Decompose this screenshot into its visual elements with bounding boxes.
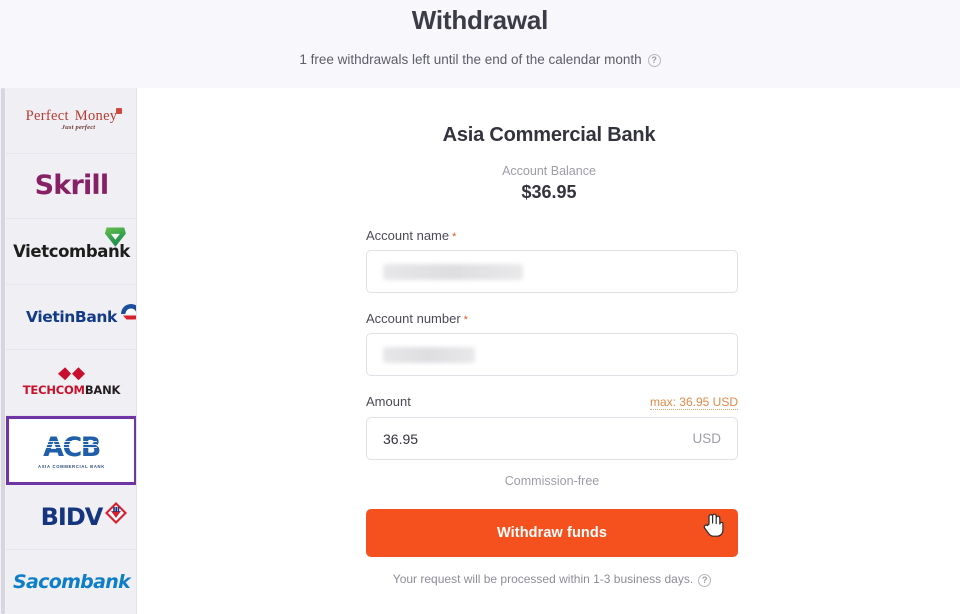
required-asterisk: * <box>452 231 457 243</box>
question-circle-icon[interactable]: ? <box>698 573 712 587</box>
sidebar-scrollbar-thumb[interactable] <box>1 88 5 614</box>
amount-input[interactable]: 36.95 USD <box>366 417 738 460</box>
sidebar-item-sacombank[interactable]: Sacombank <box>6 550 136 614</box>
sidebar-item-skrill[interactable]: Skrill <box>6 153 136 219</box>
page-title: Withdrawal <box>411 5 549 35</box>
account-balance-value: $36.95 <box>521 182 577 202</box>
amount-label-row: Amount max: 36.95 USD <box>366 394 738 410</box>
skrill-logo-text: Skrill <box>34 170 109 202</box>
free-withdrawals-notice: 1 free withdrawals left until the end of… <box>0 52 960 67</box>
vietcombank-logo-text: Vietcombank <box>13 241 130 261</box>
acb-logo-subtitle: ASIA COMMERCIAL BANK <box>37 463 106 469</box>
vietinbank-dome-icon <box>120 303 136 320</box>
withdrawal-page: Withdrawal 1 free withdrawals left until… <box>0 0 960 614</box>
sidebar-item-perfect-money[interactable]: Perfect Money Just perfect <box>6 88 136 154</box>
sidebar-item-vietinbank[interactable]: VietinBank <box>6 284 136 350</box>
bank-list-sidebar[interactable]: Perfect Money Just perfect Skrill Vietcom… <box>6 88 137 614</box>
sacombank-logo-text: Sacombank <box>13 571 131 594</box>
sidebar-item-techcombank[interactable]: TECHCOMBANK <box>6 350 136 416</box>
account-number-redacted-value <box>383 346 475 363</box>
account-number-label: Account number * <box>366 311 468 326</box>
amount-currency: USD <box>692 431 721 446</box>
acb-logo-text: ACB <box>43 431 101 463</box>
account-name-label: Account name * <box>366 228 457 243</box>
vietinbank-logo: VietinBank <box>26 303 136 326</box>
perfect-money-tagline: Just perfect <box>61 124 96 132</box>
vietinbank-logo-text: VietinBank <box>26 307 117 326</box>
perfect-money-mark-icon <box>116 107 123 114</box>
acb-logo: ACB ASIA COMMERCIAL BANK <box>38 432 105 469</box>
commission-text: Commission-free <box>504 474 600 488</box>
sidebar-item-acb[interactable]: ACB ASIA COMMERCIAL BANK <box>6 415 136 485</box>
bidv-logo-text: BIDV <box>40 502 104 531</box>
processing-note: Your request will be processed within 1-… <box>366 572 738 587</box>
page-header: Withdrawal 1 free withdrawals left until… <box>0 0 960 88</box>
bidv-diamond-icon <box>105 501 128 524</box>
processing-note-text: Your request will be processed within 1-… <box>392 572 694 586</box>
techcombank-logo: TECHCOMBANK <box>23 367 120 397</box>
account-balance-label: Account Balance <box>502 164 596 178</box>
sidebar-item-vietcombank[interactable]: Vietcombank <box>6 219 136 285</box>
withdraw-funds-button[interactable]: Withdraw funds <box>366 509 738 557</box>
sacombank-logo: Sacombank <box>13 571 131 594</box>
bidv-logo: BIDV <box>40 501 128 531</box>
max-amount-link[interactable]: max: 36.95 USD <box>649 395 738 410</box>
perfect-money-logo-text: Perfect Money <box>26 107 123 124</box>
vietcombank-logo: Vietcombank <box>13 227 130 261</box>
withdrawal-form: Account name * Account number * Amount m… <box>366 228 738 587</box>
sidebar-item-bidv[interactable]: BIDV <box>6 484 136 550</box>
required-asterisk: * <box>463 314 468 326</box>
amount-label: Amount <box>366 394 411 409</box>
techcombank-diamonds-icon <box>58 367 85 381</box>
account-number-input[interactable] <box>366 333 738 376</box>
techcombank-logo-text: TECHCOMBANK <box>22 383 121 398</box>
account-name-input[interactable] <box>366 250 738 293</box>
amount-value: 36.95 <box>383 430 419 447</box>
perfect-money-logo: Perfect Money Just perfect <box>26 107 123 132</box>
selected-bank-title: Asia Commercial Bank <box>442 124 656 146</box>
account-name-redacted-value <box>383 263 523 280</box>
question-circle-icon[interactable]: ? <box>647 54 661 67</box>
withdrawal-panel: Asia Commercial Bank Account Balance $36… <box>138 88 960 614</box>
skrill-logo: Skrill <box>35 170 109 201</box>
free-withdrawals-text: 1 free withdrawals left until the end of… <box>299 52 642 67</box>
